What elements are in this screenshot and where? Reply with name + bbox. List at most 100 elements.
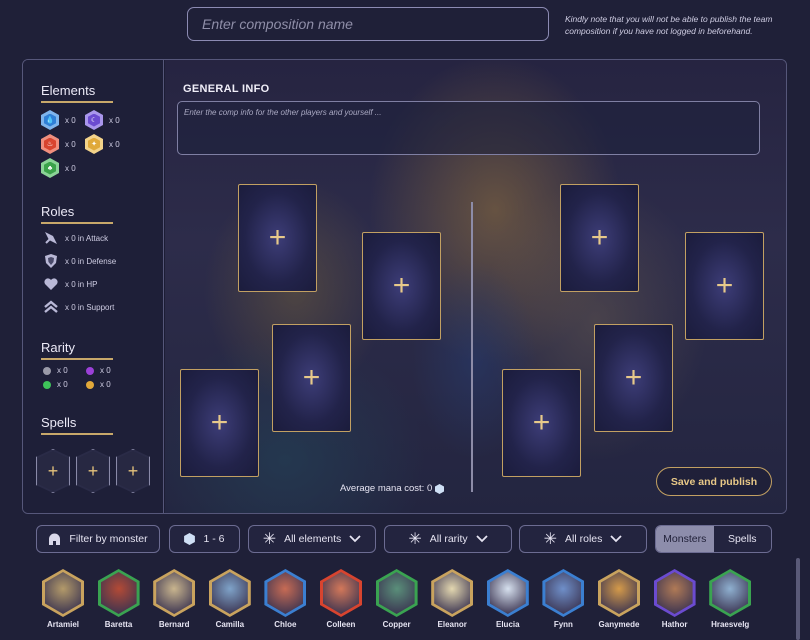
- monster-portrait-art: [267, 572, 304, 614]
- roster-monster-fynn[interactable]: Fynn: [540, 569, 586, 629]
- roster-monster-elucia[interactable]: Elucia: [485, 569, 531, 629]
- roster-scrollbar[interactable]: [796, 558, 800, 640]
- general-info-title: GENERAL INFO: [183, 83, 270, 95]
- team-a-slot-2[interactable]: +: [362, 232, 441, 340]
- element-stat-dark: ☾ x 0: [85, 110, 120, 130]
- monster-portrait: [709, 569, 752, 617]
- monsters-spells-toggle: Monsters Spells: [655, 525, 772, 553]
- roster-monster-camilla[interactable]: Camilla: [207, 569, 253, 629]
- comp-info-input[interactable]: [177, 101, 760, 155]
- roster-monster-artamiel[interactable]: Artamiel: [40, 569, 86, 629]
- monster-portrait-art: [489, 572, 526, 614]
- monster-portrait: [431, 569, 474, 617]
- monster-name: Fynn: [553, 620, 573, 629]
- team-a-slot-3[interactable]: +: [272, 324, 351, 432]
- monster-name: Eleanor: [437, 620, 467, 629]
- monster-name: Elucia: [496, 620, 520, 629]
- monster-name: Ganymede: [598, 620, 640, 629]
- team-a-slot-1[interactable]: +: [238, 184, 317, 292]
- team-b-slot-1[interactable]: +: [560, 184, 639, 292]
- monster-portrait: [320, 569, 362, 617]
- chevron-down-icon: [476, 535, 488, 543]
- elements-filter-dropdown[interactable]: ✳ All elements: [248, 525, 376, 553]
- roles-heading: Roles: [41, 204, 113, 224]
- monster-portrait-art: [601, 572, 637, 614]
- composition-panel: Elements 💧 x 0 ☾ x 0 ♨ x 0 ✦ x 0 ♣ x 0 R…: [22, 59, 787, 514]
- roster-monster-baretta[interactable]: Baretta: [96, 569, 142, 629]
- roster-monster-hraesvelg[interactable]: Hraesvelg: [707, 569, 753, 629]
- monster-portrait: [375, 569, 418, 617]
- team-a-slot-4[interactable]: +: [180, 369, 259, 477]
- role-stat-hp: x 0 in HP: [43, 276, 97, 292]
- monster-name: Baretta: [104, 620, 133, 629]
- monster-name: Hathor: [661, 620, 688, 629]
- login-note: Kindly note that you will not be able to…: [565, 14, 773, 36]
- monster-portrait: [486, 569, 529, 617]
- roster-monster-hathor[interactable]: Hathor: [652, 569, 698, 629]
- spells-heading: Spells: [41, 415, 113, 435]
- monster-portrait-art: [434, 572, 471, 614]
- rarity-heading: Rarity: [41, 340, 113, 360]
- role-stat-support: x 0 in Support: [43, 299, 114, 315]
- monster-portrait-art: [545, 572, 582, 614]
- monster-portrait: [42, 569, 84, 617]
- spell-slot-2[interactable]: +: [76, 449, 110, 493]
- rarity-legendary-dot: [86, 380, 94, 389]
- rarity-stat-rare: x 0: [43, 380, 68, 389]
- team-b-slot-2[interactable]: +: [685, 232, 764, 340]
- roles-filter-dropdown[interactable]: ✳ All roles: [519, 525, 647, 553]
- roster-monster-bernard[interactable]: Bernard: [151, 569, 197, 629]
- mana-range-filter[interactable]: 1 - 6: [169, 525, 240, 553]
- monster-name: Camilla: [215, 620, 245, 629]
- monster-portrait-art: [656, 572, 693, 614]
- element-stat-water: 💧 x 0: [41, 110, 76, 130]
- monster-portrait: [653, 569, 696, 617]
- role-stat-defense: x 0 in Defense: [43, 253, 116, 269]
- light-icon: ✦: [85, 134, 103, 154]
- fire-icon: ♨: [41, 134, 59, 154]
- rarity-stat-legendary: x 0: [86, 380, 111, 389]
- composition-name-input[interactable]: [187, 7, 549, 41]
- dark-icon: ☾: [85, 110, 103, 130]
- filter-by-monster-button[interactable]: Filter by monster: [36, 525, 160, 553]
- monster-name: Copper: [382, 620, 411, 629]
- stats-sidebar: Elements 💧 x 0 ☾ x 0 ♨ x 0 ✦ x 0 ♣ x 0 R…: [23, 60, 164, 513]
- team-b-slot-4[interactable]: +: [502, 369, 581, 477]
- save-and-publish-button[interactable]: Save and publish: [656, 467, 772, 496]
- monster-portrait-art: [100, 572, 137, 614]
- asterisk-icon: ✳: [543, 531, 558, 548]
- mana-icon: [184, 533, 196, 545]
- monster-portrait-art: [378, 572, 415, 614]
- tab-monsters[interactable]: Monsters: [656, 526, 714, 552]
- nature-icon: ♣: [41, 158, 59, 178]
- team-board: GENERAL INFO + + + + + + + + Average man…: [165, 60, 786, 513]
- roster-monster-ganymede[interactable]: Ganymede: [596, 569, 642, 629]
- spell-slot-3[interactable]: +: [116, 449, 150, 493]
- support-icon: [43, 299, 59, 315]
- team-b-slot-3[interactable]: +: [594, 324, 673, 432]
- element-stat-light: ✦ x 0: [85, 134, 120, 154]
- rarity-stat-epic: x 0: [86, 366, 111, 375]
- water-icon: 💧: [41, 110, 59, 130]
- chevron-down-icon: [610, 535, 623, 543]
- monster-name: Artamiel: [46, 620, 79, 629]
- average-mana-cost: Average mana cost: 0: [340, 483, 445, 494]
- element-stat-nature: ♣ x 0: [41, 158, 76, 178]
- monster-name: Hraesvelg: [711, 620, 750, 629]
- rarity-filter-dropdown[interactable]: ✳ All rarity: [384, 525, 512, 553]
- roster-monster-colleen[interactable]: Colleen: [318, 569, 364, 629]
- roster-monster-eleanor[interactable]: Eleanor: [429, 569, 475, 629]
- role-stat-attack: x 0 in Attack: [43, 230, 108, 246]
- monster-portrait-art: [211, 572, 248, 614]
- spell-slot-1[interactable]: +: [36, 449, 70, 493]
- rarity-common-dot: [43, 366, 51, 375]
- team-divider: [471, 202, 473, 492]
- roster-monster-copper[interactable]: Copper: [374, 569, 420, 629]
- monster-name: Colleen: [326, 620, 356, 629]
- tab-spells[interactable]: Spells: [713, 526, 771, 552]
- monster-portrait-art: [712, 572, 749, 614]
- chevron-down-icon: [349, 535, 361, 543]
- helmet-icon: [49, 533, 61, 545]
- roster-monster-chloe[interactable]: Chloe: [262, 569, 308, 629]
- elements-heading: Elements: [41, 83, 113, 103]
